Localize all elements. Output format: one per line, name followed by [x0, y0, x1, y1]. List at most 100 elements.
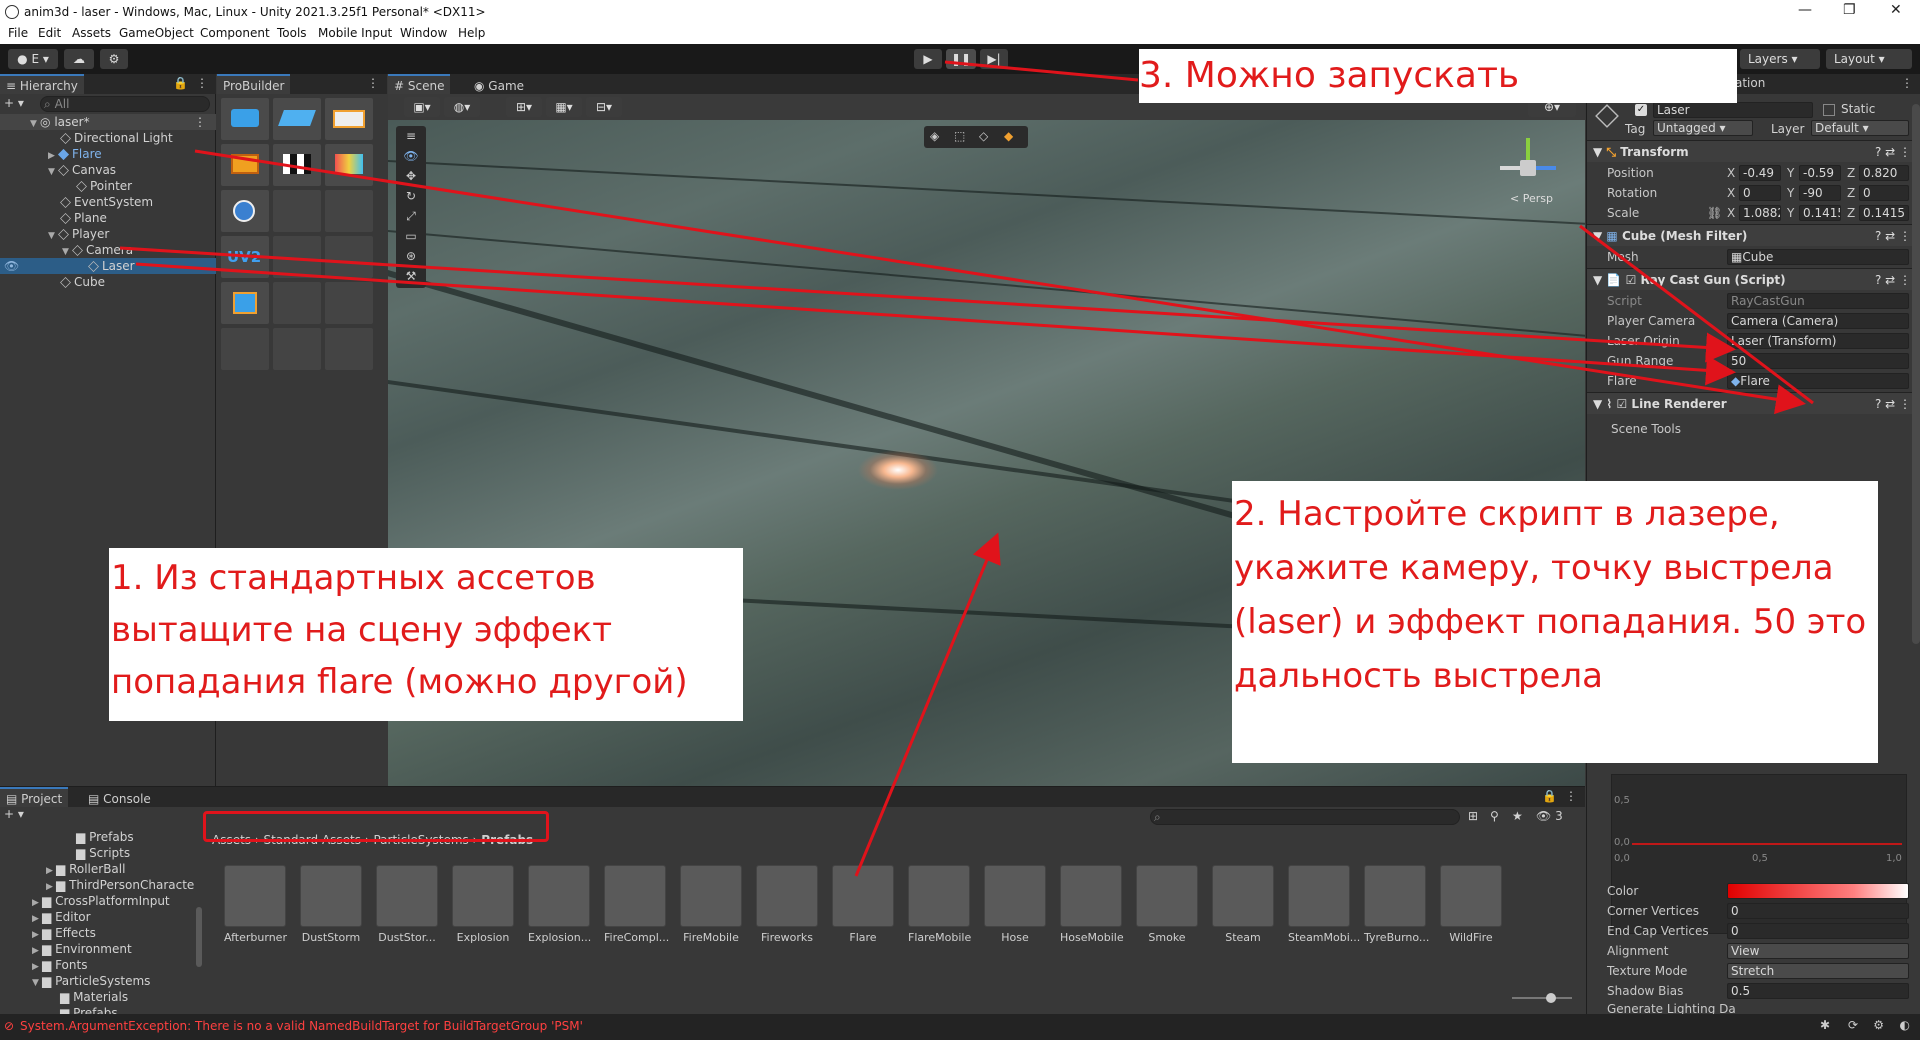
project-search-input[interactable]: ⌕	[1150, 809, 1460, 825]
rect-tool-icon[interactable]: ▭	[396, 226, 426, 246]
filter-type-icon[interactable]: ⊞	[1468, 809, 1478, 823]
maximize-button[interactable]: ❐	[1843, 2, 1856, 18]
cloud-icon[interactable]: ☁	[64, 49, 94, 69]
menu-mobile-input[interactable]: Mobile Input	[318, 26, 392, 40]
minimize-button[interactable]: —	[1798, 2, 1812, 18]
probuilder-tool-button[interactable]	[325, 282, 373, 324]
rotation-x-input[interactable]: 0	[1739, 185, 1781, 201]
folder-item[interactable]: ▆ Scripts	[0, 845, 200, 861]
scene-root-row[interactable]: ▼ ◎ laser* ⋮	[0, 114, 216, 130]
component-menu-icon[interactable]: ? ⇄ ⋮	[1875, 269, 1911, 291]
slider-handle[interactable]	[1546, 993, 1556, 1003]
folder-item[interactable]: ▶ ▆ ThirdPersonCharacte	[0, 877, 200, 893]
probuilder-tool-button[interactable]	[325, 236, 373, 278]
smoothing-button[interactable]	[325, 98, 373, 140]
asset-tile[interactable]: DustStorm	[300, 865, 362, 944]
folder-item[interactable]: ▶ ▆ Effects	[0, 925, 200, 941]
probuilder-tool-button[interactable]	[221, 328, 269, 370]
active-checkbox[interactable]: ✓	[1635, 104, 1647, 116]
folder-item[interactable]: ▆ Materials	[0, 989, 200, 1005]
play-button[interactable]: ▶	[914, 49, 942, 69]
position-x-input[interactable]: -0.49	[1739, 165, 1781, 181]
visibility-icon[interactable]: 👁	[4, 258, 19, 274]
component-menu-icon[interactable]: ? ⇄ ⋮	[1875, 141, 1911, 163]
list-item-selected[interactable]: 👁 Laser	[0, 258, 216, 274]
favorite-icon[interactable]: ★	[1512, 809, 1523, 823]
menu-tools[interactable]: Tools	[277, 26, 307, 40]
asset-tile[interactable]: Explosion	[452, 865, 514, 944]
color-gradient-field[interactable]	[1727, 883, 1909, 899]
probuilder-tool-button[interactable]	[325, 328, 373, 370]
add-button[interactable]: + ▾	[4, 96, 34, 112]
debug-mode-icon[interactable]: ⚙	[1873, 1018, 1884, 1032]
move-snap-dropdown[interactable]: ⊞▾	[506, 97, 542, 117]
asset-tile[interactable]: FireCompl...	[604, 865, 669, 944]
probuilder-tool-button[interactable]	[273, 282, 321, 324]
corner-vertices-input[interactable]: 0	[1727, 903, 1909, 919]
tree-scrollbar[interactable]	[196, 907, 202, 967]
menu-edit[interactable]: Edit	[38, 26, 61, 40]
player-camera-field[interactable]: Camera (Camera)	[1727, 313, 1909, 329]
layout-dropdown[interactable]: Layout ▾	[1826, 49, 1912, 69]
folder-item[interactable]: ▶ ▆ CrossPlatformInput	[0, 893, 200, 909]
shading-mode-dropdown[interactable]: ▣▾	[404, 97, 440, 117]
cache-icon[interactable]: ◐	[1900, 1018, 1910, 1032]
flare-field[interactable]: ◆Flare	[1727, 373, 1909, 389]
folder-item[interactable]: ▶ ▆ RollerBall	[0, 861, 200, 877]
progress-icon[interactable]: ⟳	[1848, 1018, 1858, 1032]
status-message[interactable]: System.ArgumentException: There is no a …	[20, 1019, 583, 1033]
tab-project[interactable]: ▤ Project	[0, 787, 69, 807]
new-poly-shape-button[interactable]	[273, 98, 321, 140]
list-item[interactable]: ▼ Camera	[0, 242, 216, 258]
custom-tool-icon[interactable]: ⚒	[396, 266, 426, 286]
enabled-checkbox[interactable]: ☑	[1616, 397, 1627, 411]
collab-icon[interactable]: ⚙	[100, 49, 128, 69]
menu-component[interactable]: Component	[200, 26, 270, 40]
mesh-filter-header[interactable]: ▼ ▦ Cube (Mesh Filter) ? ⇄ ⋮	[1587, 224, 1920, 246]
row-menu-icon[interactable]: ⋮	[194, 114, 206, 130]
asset-tile[interactable]: Afterburner	[224, 865, 287, 944]
increment-snap-dropdown[interactable]: ⊟▾	[586, 97, 622, 117]
object-name-input[interactable]: Laser	[1653, 102, 1813, 118]
asset-tile[interactable]: TyreBurno...	[1364, 865, 1429, 944]
asset-tile[interactable]: DustStor...	[376, 865, 438, 944]
grid-dropdown[interactable]: ▦▾	[546, 97, 582, 117]
lock-icon[interactable]: 🔒	[173, 76, 188, 90]
face-mode-icon[interactable]: ◆	[1004, 129, 1013, 143]
position-y-input[interactable]: -0.59	[1799, 165, 1841, 181]
asset-tile[interactable]: Steam	[1212, 865, 1274, 944]
account-button[interactable]: ● E ▾	[8, 49, 58, 69]
list-item[interactable]: ▼ Player	[0, 226, 216, 242]
view-tool-icon[interactable]: 👁	[396, 146, 426, 166]
inspector-tab-label[interactable]: ation	[1735, 76, 1765, 90]
scale-x-input[interactable]: 1.0882	[1739, 205, 1781, 221]
probuilderize-button[interactable]	[221, 282, 269, 324]
gun-range-input[interactable]: 50	[1727, 353, 1909, 369]
menu-file[interactable]: File	[8, 26, 28, 40]
tab-scene[interactable]: # Scene	[388, 74, 451, 94]
asset-tile[interactable]: Explosion...	[528, 865, 591, 944]
probuilder-tool-button[interactable]	[325, 190, 373, 232]
icon-size-slider[interactable]	[1512, 993, 1572, 1003]
tab-game[interactable]: ◉ Game	[468, 74, 531, 94]
rotation-z-input[interactable]: 0	[1859, 185, 1909, 201]
asset-tile[interactable]: FlareMobile	[908, 865, 971, 944]
layers-dropdown[interactable]: Layers ▾	[1740, 49, 1820, 69]
alignment-dropdown[interactable]: View	[1727, 943, 1909, 959]
mesh-field[interactable]: ▦Cube	[1727, 249, 1909, 265]
menu-icon[interactable]: ⋮	[1565, 789, 1577, 803]
close-button[interactable]: ✕	[1890, 2, 1902, 18]
asset-tile[interactable]: SteamMobi...	[1288, 865, 1360, 944]
list-item[interactable]: Plane	[0, 210, 216, 226]
component-menu-icon[interactable]: ? ⇄ ⋮	[1875, 225, 1911, 247]
list-item[interactable]: ▶ Flare	[0, 146, 216, 162]
inspector-scrollbar[interactable]	[1912, 104, 1920, 644]
position-z-input[interactable]: 0.820	[1859, 165, 1909, 181]
list-item[interactable]: EventSystem	[0, 194, 216, 210]
tab-hierarchy[interactable]: ≡ Hierarchy	[0, 74, 84, 94]
expand-arrow-icon[interactable]: ▼	[1593, 273, 1602, 287]
move-tool-icon[interactable]: ✥	[396, 166, 426, 186]
step-button[interactable]: ▶|	[980, 49, 1008, 69]
asset-tile[interactable]: Flare	[832, 865, 894, 944]
2d-toggle[interactable]: ◍▾	[444, 97, 480, 117]
